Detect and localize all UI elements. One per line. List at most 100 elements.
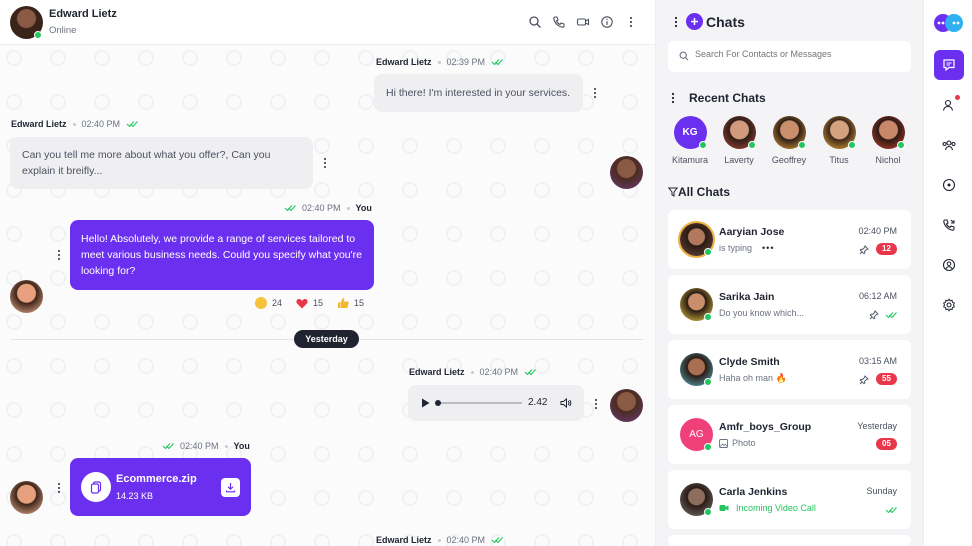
- online-indicator: [896, 141, 905, 149]
- avatar[interactable]: [610, 156, 643, 189]
- avatar: KG: [673, 116, 707, 149]
- double-check-icon: [162, 442, 174, 450]
- settings-icon[interactable]: [934, 290, 964, 320]
- chat-name: Aaryian Jose: [719, 226, 785, 238]
- chat-list-item[interactable]: Clyde Smith Haha oh man 🔥 03:15 AM 55: [668, 340, 911, 399]
- reaction-grinning-face[interactable]: 24: [255, 297, 282, 309]
- separator-dot: [437, 60, 441, 64]
- chat-time: 02:40 PM: [858, 226, 897, 236]
- chat-list-item[interactable]: Sarika Jain Do you know which... 06:12 A…: [668, 275, 911, 334]
- file-icon: [81, 472, 111, 502]
- grinning-face-icon: [255, 297, 267, 309]
- panel-options-icon[interactable]: [674, 16, 678, 28]
- recent-contact[interactable]: Laverty: [716, 116, 762, 165]
- unread-badge: 55: [876, 373, 897, 385]
- file-message[interactable]: Ecommerce.zip 14.23 KB: [70, 458, 251, 516]
- message-options-icon[interactable]: [323, 157, 327, 169]
- chat-list-item[interactable]: [668, 535, 911, 546]
- message-bubble[interactable]: Hello! Absolutely, we provide a range of…: [70, 220, 374, 290]
- chat-icon[interactable]: [934, 50, 964, 80]
- message-text: Can you tell me more about what you offe…: [22, 149, 271, 177]
- image-icon: [719, 438, 728, 448]
- download-icon[interactable]: [221, 478, 240, 497]
- message-time: 02:40 PM: [180, 441, 219, 451]
- chat-preview-text: Incoming Video Call: [736, 503, 816, 513]
- conversation-header: Edward Lietz Online: [0, 0, 655, 45]
- avatar[interactable]: [610, 389, 643, 422]
- avatar: [871, 116, 905, 149]
- online-indicator: [704, 313, 712, 321]
- message-options-icon[interactable]: [57, 249, 61, 261]
- app-logo[interactable]: [932, 12, 966, 34]
- double-check-icon: [491, 58, 503, 66]
- new-chat-button[interactable]: [686, 13, 703, 30]
- reaction-red-heart[interactable]: 15: [296, 297, 323, 309]
- chat-time: 03:15 AM: [858, 356, 897, 366]
- filter-icon[interactable]: [668, 187, 678, 197]
- online-indicator: [704, 443, 712, 451]
- audio-progress-knob[interactable]: [435, 400, 441, 406]
- chat-name: Carla Jenkins: [719, 486, 788, 498]
- all-chats-title: All Chats: [678, 185, 731, 199]
- search-icon[interactable]: [528, 15, 542, 29]
- chat-list-item[interactable]: AG Amfr_boys_Group Photo Yesterday 05: [668, 405, 911, 464]
- play-icon[interactable]: [421, 398, 430, 408]
- info-icon[interactable]: [600, 15, 614, 29]
- online-indicator: [704, 508, 712, 516]
- message-bubble[interactable]: Hi there! I'm interested in your service…: [374, 74, 583, 112]
- recent-contact-name: Nichol: [875, 155, 901, 165]
- message-time: 02:40 PM: [479, 367, 519, 377]
- recent-contact[interactable]: Titus: [816, 116, 862, 165]
- unread-badge: 12: [876, 243, 897, 255]
- calls-icon[interactable]: [934, 210, 964, 240]
- chat-list-item[interactable]: Carla Jenkins Incoming Video Call Sunday: [668, 470, 911, 529]
- avatar[interactable]: [10, 481, 43, 514]
- conversation-pane: Edward Lietz Online Edward Lietz 02:39 P…: [0, 0, 655, 546]
- message-time: 02:40 PM: [81, 119, 121, 129]
- online-indicator: [847, 141, 856, 149]
- recent-contact[interactable]: Nichol: [865, 116, 911, 165]
- navigation-rail: [923, 0, 972, 546]
- recent-options-icon[interactable]: [671, 92, 675, 104]
- file-size: 14.23 KB: [116, 491, 154, 501]
- message-options-icon[interactable]: [593, 87, 597, 99]
- recent-contact[interactable]: Geoffrey: [766, 116, 812, 165]
- volume-icon[interactable]: [560, 397, 572, 409]
- double-check-icon: [524, 368, 536, 376]
- search-input[interactable]: [695, 49, 900, 59]
- message-meta: 02:40 PM You: [284, 203, 372, 213]
- message-options-icon[interactable]: [57, 482, 61, 494]
- contact-name[interactable]: Edward Lietz: [49, 8, 117, 20]
- unread-badge: 05: [876, 438, 897, 450]
- recent-contact[interactable]: KG Kitamura: [667, 116, 713, 165]
- notification-dot: [955, 95, 960, 100]
- contact-status: Online: [49, 25, 77, 36]
- reaction-thumbs-up[interactable]: 15: [337, 297, 364, 309]
- audio-progress-track[interactable]: [436, 402, 522, 404]
- avatar: [722, 116, 756, 149]
- chat-list-item[interactable]: Aaryian Jose is typing ••• 02:40 PM 12: [668, 210, 911, 269]
- message-sender: Edward Lietz: [409, 367, 465, 377]
- profile-icon[interactable]: [934, 250, 964, 280]
- audio-duration: 2.42: [528, 397, 548, 408]
- message-options-icon[interactable]: [594, 398, 598, 410]
- video-icon[interactable]: [576, 15, 590, 29]
- search-box[interactable]: [668, 41, 911, 72]
- red-heart-icon: [296, 298, 308, 309]
- message-sender: You: [233, 441, 250, 451]
- status-icon[interactable]: [934, 170, 964, 200]
- chat-preview: Do you know which...: [719, 308, 804, 318]
- recent-contact-name: Titus: [829, 155, 849, 165]
- user-icon[interactable]: [934, 90, 964, 120]
- message-reactions: 24 15 15: [255, 297, 364, 309]
- double-check-icon: [885, 311, 897, 319]
- phone-icon[interactable]: [552, 15, 566, 29]
- message-text: Hello! Absolutely, we provide a range of…: [81, 233, 362, 277]
- chat-preview-text: is typing: [719, 243, 753, 253]
- chat-time: Yesterday: [857, 421, 897, 431]
- typing-dots-icon: •••: [762, 243, 775, 253]
- avatar[interactable]: [10, 280, 43, 313]
- group-icon[interactable]: [934, 130, 964, 160]
- message-bubble[interactable]: Can you tell me more about what you offe…: [10, 137, 313, 189]
- more-vertical-icon[interactable]: [624, 15, 638, 29]
